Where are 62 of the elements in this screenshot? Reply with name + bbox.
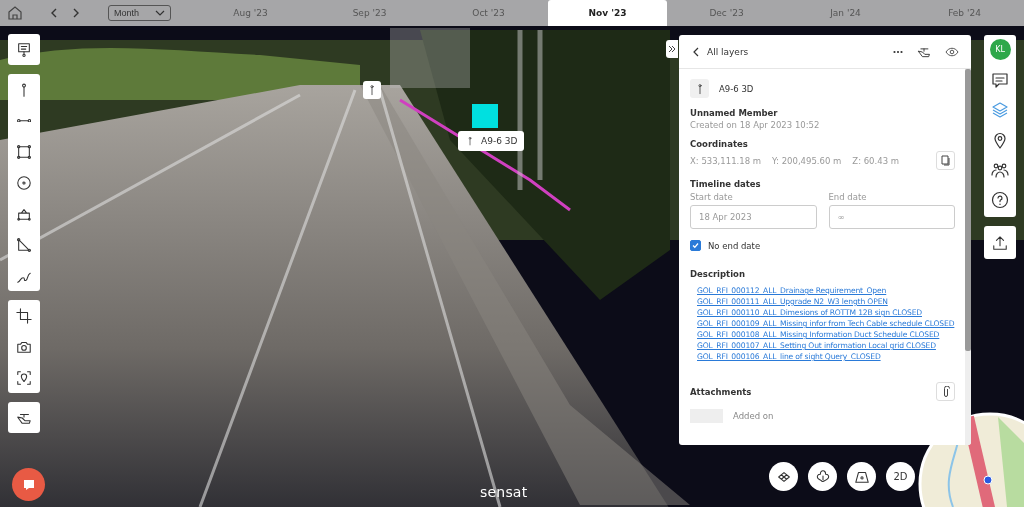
marker-label-text: A9-6 3D [481, 136, 518, 146]
marker-label[interactable]: A9-6 3D [458, 131, 525, 151]
eye-icon [945, 46, 959, 57]
coordinate-value: Y: 200,495.60 m [772, 155, 842, 166]
attachment-date: Added on [733, 411, 774, 421]
month-tab[interactable]: Feb '24 [905, 0, 1024, 26]
end-date-field[interactable]: ∞ [828, 205, 955, 229]
chevron-left-icon [691, 46, 701, 57]
period-dropdown[interactable]: Month [108, 5, 171, 21]
member-name: Unnamed Member [690, 108, 779, 118]
month-tab[interactable]: Jan '24 [786, 0, 905, 26]
chat-icon [21, 477, 36, 492]
attach-button[interactable] [936, 382, 955, 401]
home-icon [6, 4, 24, 22]
field-label: Start date [690, 192, 734, 202]
start-date-field[interactable]: 18 Apr 2023 [690, 205, 817, 229]
coordinate-value: Z: 60.43 m [852, 155, 900, 166]
location-frame-icon [16, 369, 32, 386]
collapse-panel-button[interactable] [666, 40, 678, 58]
checkbox[interactable] [690, 240, 701, 251]
section-heading: Coordinates [690, 139, 749, 149]
line-measure-icon [16, 118, 32, 123]
brand-logo: sensat [480, 484, 528, 500]
back-button[interactable]: All layers [691, 46, 749, 57]
month-tab[interactable]: Aug '23 [191, 0, 310, 26]
triangle-icon [16, 236, 32, 253]
note-icon [16, 41, 32, 58]
circle-icon [16, 174, 32, 191]
section-heading: Timeline dates [690, 179, 762, 189]
square-area-icon [16, 143, 32, 160]
pin-marker[interactable] [363, 81, 381, 99]
help-icon [991, 191, 1009, 209]
month-tab[interactable]: Dec '23 [667, 0, 786, 26]
visibility-button[interactable] [945, 46, 959, 57]
month-tab[interactable]: Sep '23 [310, 0, 429, 26]
crop-icon [16, 307, 32, 324]
upload-button[interactable] [984, 226, 1016, 259]
marker-block[interactable] [472, 104, 498, 128]
checkbox-label: No end date [708, 240, 761, 251]
layers-icon [991, 101, 1009, 119]
copy-button[interactable] [936, 151, 955, 170]
section-heading: Attachments [690, 386, 752, 397]
more-icon [893, 49, 903, 54]
comment-icon [991, 71, 1009, 89]
coordinate-value: X: 533,111.18 m [690, 155, 762, 166]
double-chevron-icon [668, 45, 676, 53]
created-date: Created on 18 Apr 2023 10:52 [690, 120, 821, 130]
home-button[interactable] [6, 4, 24, 22]
location-pin-icon [991, 131, 1009, 149]
copy-icon [940, 155, 951, 166]
month-tab[interactable]: Nov '23 [548, 0, 667, 26]
paperclip-icon [941, 385, 950, 398]
user-avatar[interactable]: KL [989, 39, 1011, 60]
layer-name: A9-6 3D [719, 83, 754, 94]
upload-icon [992, 234, 1008, 251]
field-label: End date [828, 192, 868, 202]
more-button[interactable] [893, 49, 903, 54]
scrollbar[interactable] [965, 69, 971, 445]
month-tab[interactable]: Oct '23 [429, 0, 548, 26]
people-icon [991, 161, 1009, 179]
section-heading: Description [690, 269, 746, 279]
caret-icon [155, 9, 165, 17]
